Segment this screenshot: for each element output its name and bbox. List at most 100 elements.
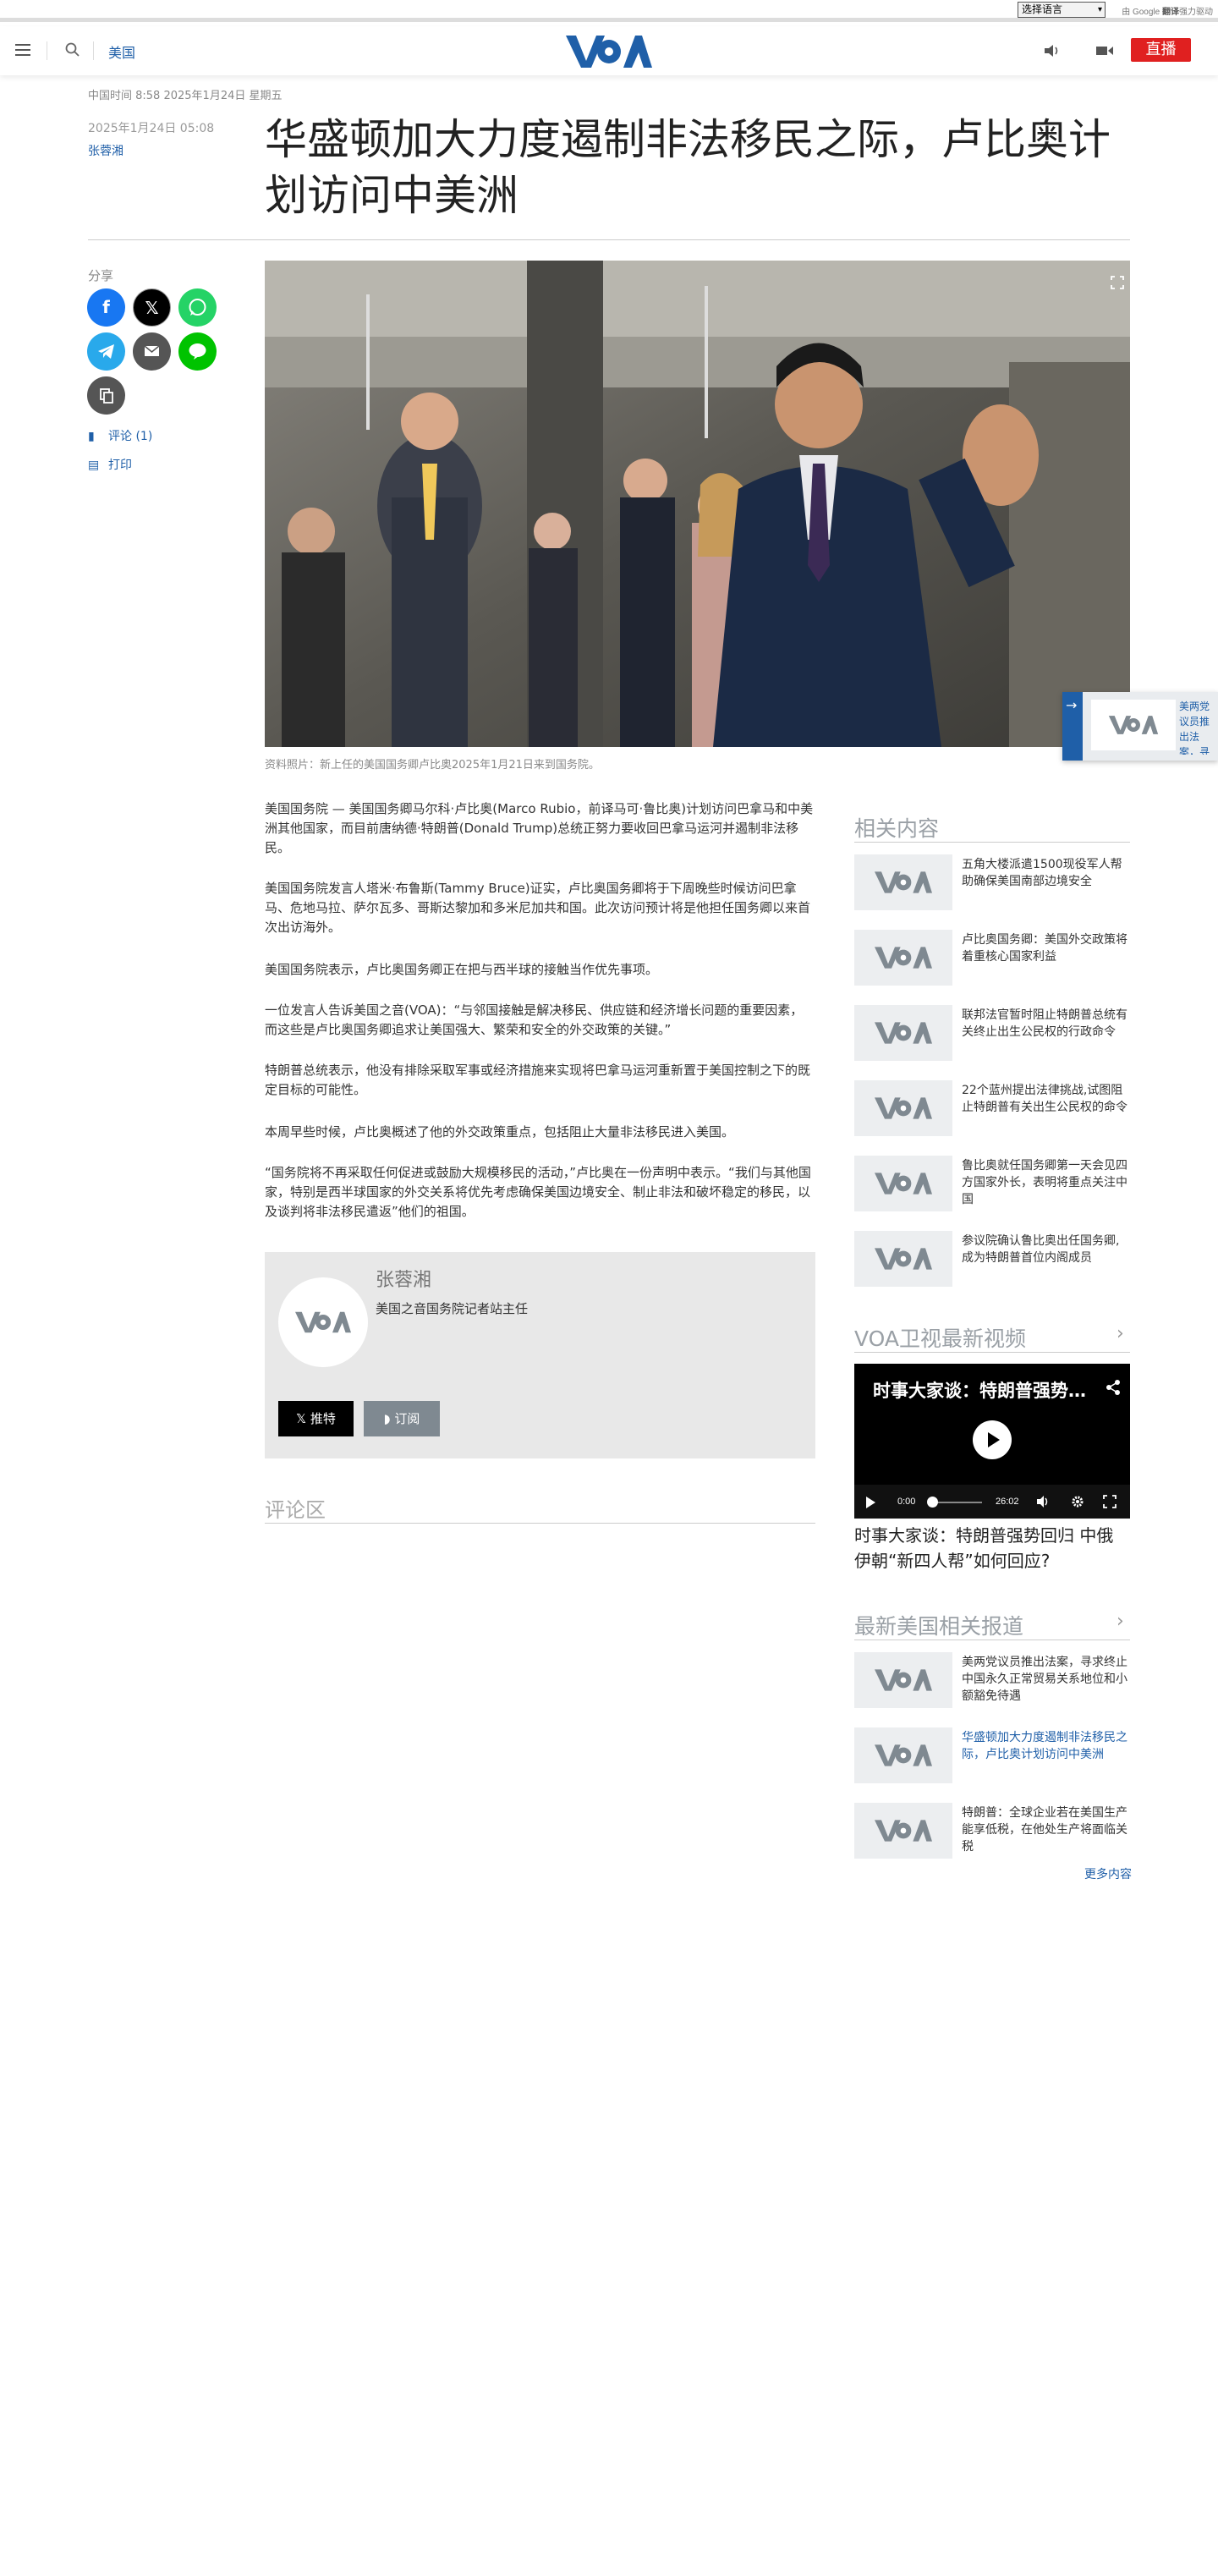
video-section-title[interactable]: VOA卫视最新视频 bbox=[854, 1322, 1026, 1353]
story-headline[interactable]: 华盛顿加大力度遏制非法移民之际，卢比奥计划访问中美洲 bbox=[962, 1729, 1131, 1763]
chevron-right-icon[interactable]: › bbox=[1116, 1611, 1124, 1632]
facebook-share-button[interactable]: f bbox=[87, 288, 125, 327]
x-share-button[interactable]: 𝕏 bbox=[133, 288, 171, 327]
story-thumbnail[interactable] bbox=[854, 1156, 952, 1211]
author-link[interactable]: 张蓉湘 bbox=[88, 142, 123, 159]
play-button[interactable] bbox=[973, 1420, 1012, 1459]
fullscreen-icon[interactable] bbox=[1111, 276, 1124, 289]
voa-logo-icon bbox=[875, 1248, 932, 1270]
more-content-link[interactable]: 更多内容 bbox=[1084, 1865, 1132, 1882]
related-divider bbox=[854, 842, 1130, 843]
story-thumbnail[interactable] bbox=[854, 1231, 952, 1287]
email-share-button[interactable] bbox=[133, 332, 171, 371]
video-progress-track[interactable] bbox=[931, 1502, 982, 1503]
settings-icon[interactable] bbox=[1071, 1495, 1084, 1508]
powered-suffix-bold: 翻译 bbox=[1162, 8, 1179, 17]
line-share-button[interactable] bbox=[178, 332, 217, 371]
article-paragraph: 一位发言人告诉美国之音(VOA)：“与邻国接触是解决移民、供应链和经济增长问题的… bbox=[265, 1002, 804, 1037]
whatsapp-share-button[interactable] bbox=[178, 288, 217, 327]
article-paragraph: 本周早些时候，卢比奥概述了他的外交政策重点，包括阻止大量非法移民进入美国。 bbox=[265, 1124, 735, 1140]
print-link[interactable]: ▤ 打印 bbox=[88, 456, 132, 473]
envelope-icon bbox=[144, 345, 160, 356]
story-headline[interactable]: 卢比奥国务卿：美国外交政策将着重核心国家利益 bbox=[962, 931, 1131, 965]
story-headline[interactable]: 22个蓝州提出法律挑战,试图阻止特朗普有关出生公民权的命令 bbox=[962, 1082, 1131, 1116]
float-thumbnail bbox=[1091, 700, 1176, 750]
telegram-icon bbox=[98, 344, 114, 359]
subscribe-label: 订阅 bbox=[394, 1411, 420, 1426]
site-header: 美国 直播 bbox=[0, 26, 1218, 75]
story-headline[interactable]: 五角大楼派遣1500现役军人帮助确保美国南部边境安全 bbox=[962, 856, 1131, 890]
powered-suffix: 强力驱动 bbox=[1179, 8, 1213, 17]
section-link-us[interactable]: 美国 bbox=[108, 41, 135, 62]
sidebar-story-item[interactable]: 美两党议员推出法案，寻求终止中国永久正常贸易关系地位和小额豁免待遇 bbox=[854, 1652, 1130, 1708]
fullscreen-icon[interactable] bbox=[1103, 1495, 1116, 1508]
author-avatar[interactable] bbox=[278, 1277, 368, 1367]
story-thumbnail[interactable] bbox=[854, 854, 952, 910]
sidebar-story-item[interactable]: 五角大楼派遣1500现役军人帮助确保美国南部边境安全 bbox=[854, 854, 1130, 910]
story-thumbnail[interactable] bbox=[854, 1652, 952, 1708]
x-icon: 𝕏 bbox=[145, 298, 159, 318]
article-paragraph: 美国国务院表示，卢比奥国务卿正在把与西半球的接触当作优先事项。 bbox=[265, 962, 659, 977]
language-select[interactable]: 选择语言 ▾ bbox=[1018, 2, 1106, 18]
sidebar-story-item[interactable]: 华盛顿加大力度遏制非法移民之际，卢比奥计划访问中美洲 bbox=[854, 1727, 1130, 1783]
comments-link[interactable]: ▮ 评论 (1) bbox=[88, 427, 152, 444]
live-button[interactable]: 直播 bbox=[1131, 38, 1191, 62]
x-icon: 𝕏 bbox=[296, 1411, 307, 1426]
voa-logo-icon bbox=[1108, 716, 1159, 734]
video-player[interactable]: 时事大家谈：特朗普强势… 0:00 26:02 bbox=[854, 1364, 1130, 1519]
video-duration: 26:02 bbox=[996, 1497, 1019, 1507]
share-label: 分享 bbox=[88, 268, 114, 283]
author-role: 美国之音国务院记者站主任 bbox=[376, 1301, 529, 1316]
latest-title[interactable]: 最新美国相关报道 bbox=[854, 1610, 1023, 1640]
sidebar-story-item[interactable]: 鲁比奥就任国务卿第一天会见四方国家外长，表明将重点关注中国 bbox=[854, 1156, 1130, 1211]
copy-link-button[interactable] bbox=[87, 376, 125, 415]
author-name[interactable]: 张蓉湘 bbox=[376, 1265, 431, 1292]
video-progress-knob[interactable] bbox=[927, 1497, 938, 1508]
story-headline[interactable]: 联邦法官暂时阻止特朗普总统有关终止出生公民权的行政命令 bbox=[962, 1007, 1131, 1041]
story-headline[interactable]: 美两党议员推出法案，寻求终止中国永久正常贸易关系地位和小额豁免待遇 bbox=[962, 1654, 1131, 1705]
play-icon[interactable] bbox=[866, 1497, 875, 1508]
telegram-share-button[interactable] bbox=[87, 332, 125, 371]
story-headline[interactable]: 参议院确认鲁比奥出任国务卿,成为特朗普首位内阁成员 bbox=[962, 1233, 1131, 1266]
powered-by-google[interactable]: 由 Google 翻译强力驱动 bbox=[1122, 4, 1213, 17]
voa-logo-icon bbox=[875, 1744, 932, 1766]
voa-logo-icon bbox=[875, 871, 932, 893]
voa-logo-icon bbox=[295, 1311, 351, 1333]
story-thumbnail[interactable] bbox=[854, 930, 952, 986]
powered-brand: Google bbox=[1132, 8, 1160, 17]
chevron-right-icon[interactable]: › bbox=[1116, 1323, 1124, 1344]
story-headline[interactable]: 特朗普：全球企业若在美国生产能享低税，在他处生产将面临关税 bbox=[962, 1804, 1131, 1855]
share-icon[interactable] bbox=[1105, 1379, 1122, 1396]
story-thumbnail[interactable] bbox=[854, 1005, 952, 1061]
story-thumbnail[interactable] bbox=[854, 1080, 952, 1136]
story-thumbnail[interactable] bbox=[854, 1803, 952, 1859]
article-paragraph: 美国国务院 — 美国国务卿马尔科·卢比奥(Marco Rubio，前译马可·鲁比… bbox=[265, 801, 814, 855]
story-thumbnail[interactable] bbox=[854, 1727, 952, 1783]
voa-logo[interactable] bbox=[566, 34, 652, 69]
search-icon[interactable] bbox=[64, 41, 81, 58]
story-headline[interactable]: 鲁比奥就任国务卿第一天会见四方国家外长，表明将重点关注中国 bbox=[962, 1157, 1131, 1208]
volume-icon[interactable] bbox=[1036, 1495, 1050, 1508]
copy-icon bbox=[100, 388, 113, 404]
sidebar-story-item[interactable]: 联邦法官暂时阻止特朗普总统有关终止出生公民权的行政命令 bbox=[854, 1005, 1130, 1061]
floating-story-card[interactable]: 美两党议员推出法案，寻求终止中国永久正常贸易关系地位和小额豁免待遇 bbox=[1062, 692, 1218, 761]
arrow-right-icon[interactable] bbox=[1062, 692, 1083, 761]
rss-icon: ◗ bbox=[383, 1411, 391, 1426]
author-box: 张蓉湘 美国之音国务院记者站主任 𝕏 推特 ◗ 订阅 bbox=[265, 1252, 815, 1458]
sidebar-story-item[interactable]: 特朗普：全球企业若在美国生产能享低税，在他处生产将面临关税 bbox=[854, 1803, 1130, 1859]
hero-photo bbox=[265, 261, 1130, 747]
video-camera-icon[interactable] bbox=[1095, 43, 1114, 58]
video-caption-link[interactable]: 时事大家谈：特朗普强势回归 中俄伊朝“新四人帮”如何回应? bbox=[854, 1523, 1130, 1574]
twitter-follow-button[interactable]: 𝕏 推特 bbox=[278, 1401, 354, 1436]
comments-divider bbox=[265, 1523, 815, 1524]
rss-subscribe-button[interactable]: ◗ 订阅 bbox=[364, 1401, 440, 1436]
video-controls: 0:00 26:02 bbox=[854, 1485, 1130, 1519]
chevron-down-icon: ▾ bbox=[1097, 5, 1102, 14]
sidebar-story-item[interactable]: 参议院确认鲁比奥出任国务卿,成为特朗普首位内阁成员 bbox=[854, 1231, 1130, 1287]
sidebar-story-item[interactable]: 22个蓝州提出法律挑战,试图阻止特朗普有关出生公民权的命令 bbox=[854, 1080, 1130, 1136]
video-current-time: 0:00 bbox=[897, 1497, 916, 1507]
video-divider bbox=[854, 1352, 1130, 1353]
menu-icon[interactable] bbox=[15, 44, 30, 56]
sidebar-story-item[interactable]: 卢比奥国务卿：美国外交政策将着重核心国家利益 bbox=[854, 930, 1130, 986]
speaker-icon[interactable] bbox=[1043, 42, 1062, 59]
